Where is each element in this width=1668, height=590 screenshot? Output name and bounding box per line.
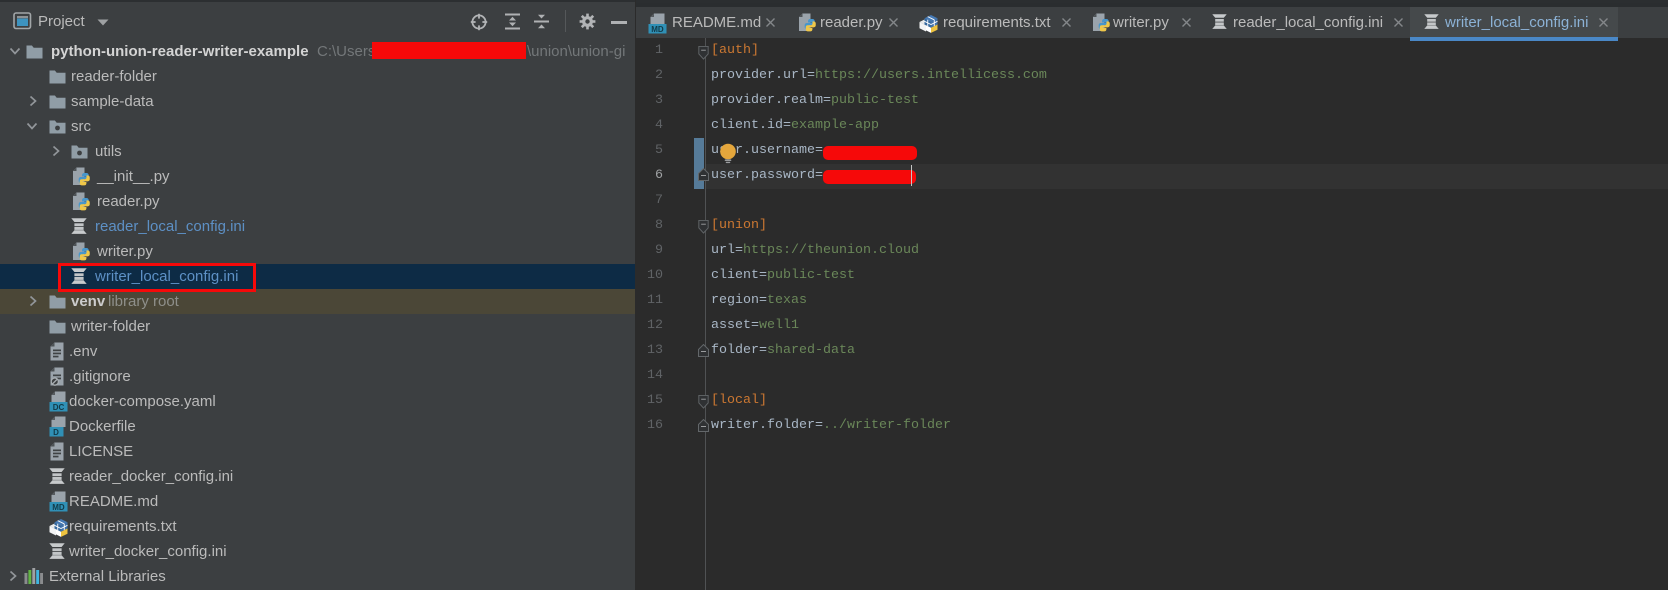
svg-text:MD: MD bbox=[52, 503, 65, 512]
svg-text:DC: DC bbox=[53, 403, 65, 412]
svg-text:D: D bbox=[53, 428, 59, 437]
svg-text:MD: MD bbox=[651, 25, 664, 34]
